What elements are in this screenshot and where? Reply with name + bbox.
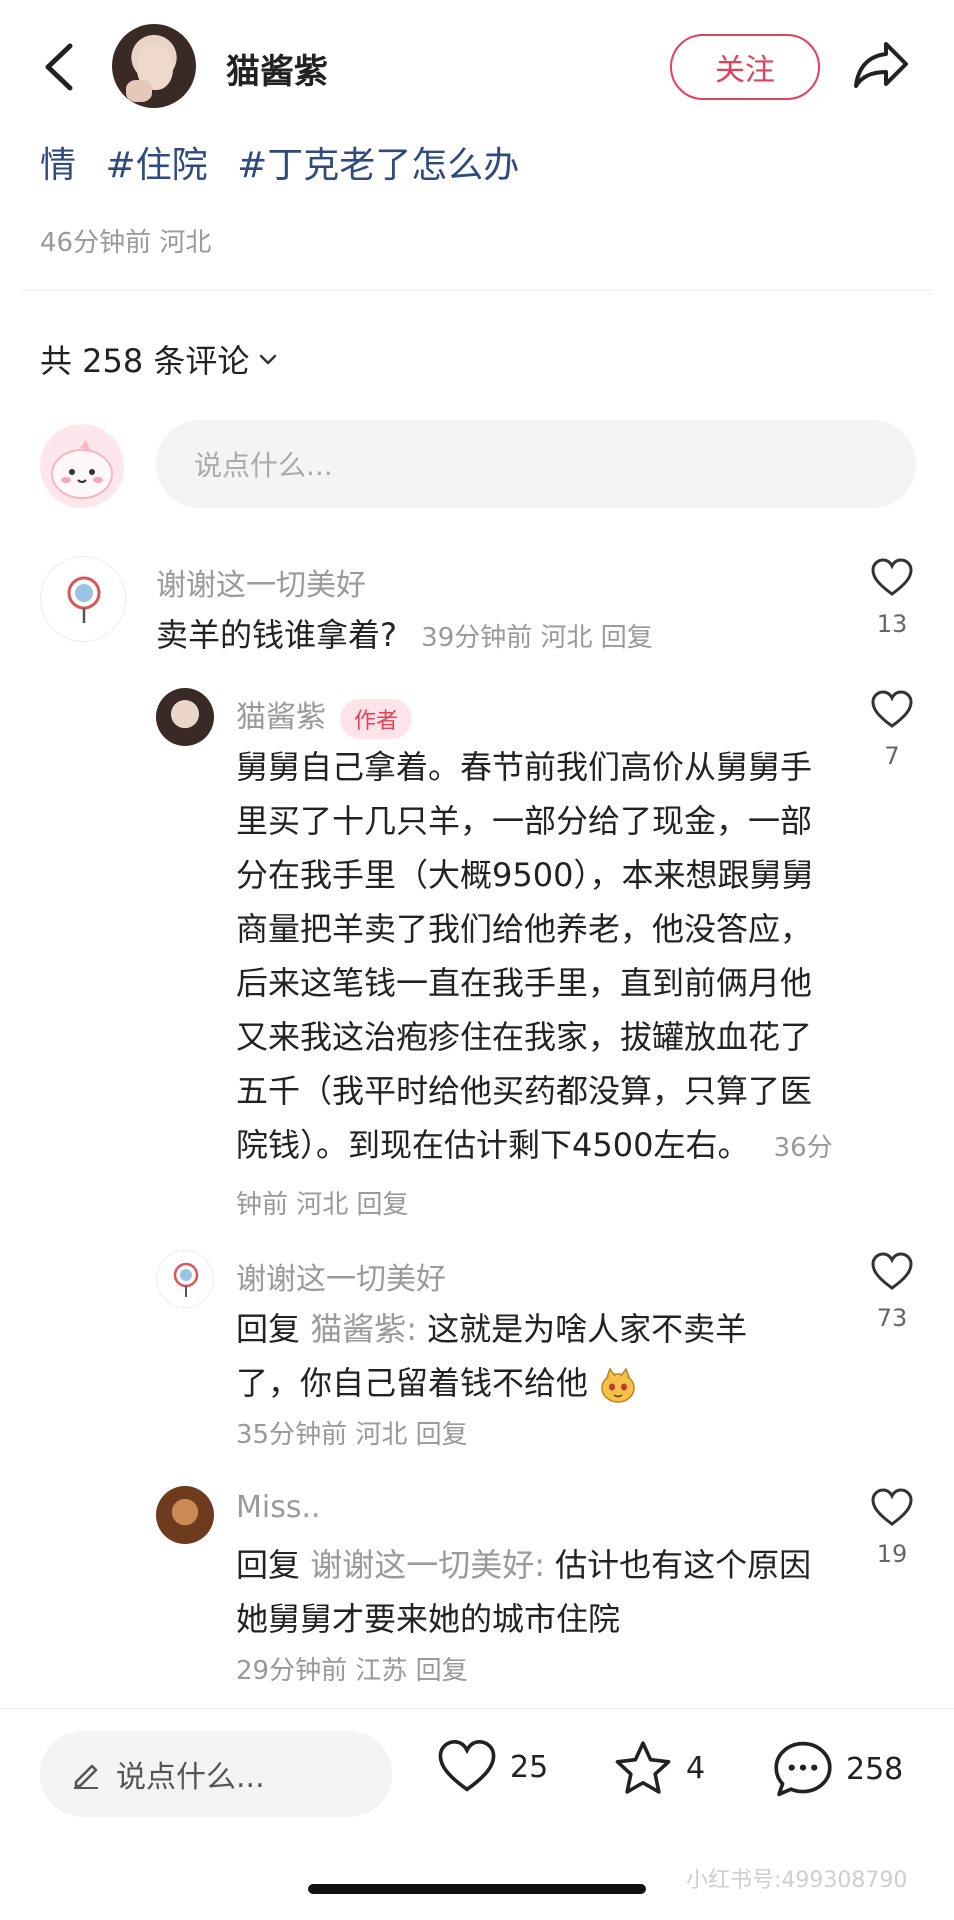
author-name[interactable]: 猫酱紫 — [226, 44, 328, 93]
commenter-name[interactable]: Miss.. — [236, 1490, 321, 1525]
heart-icon — [871, 690, 913, 728]
commenter-avatar[interactable] — [156, 1486, 214, 1544]
heart-icon — [871, 1488, 913, 1526]
like-count: 7 — [884, 742, 900, 770]
commenter-name[interactable]: 谢谢这一切美好 — [156, 560, 366, 604]
cat-emoji-icon — [601, 1367, 635, 1403]
top-bar: 猫酱紫 关注 — [0, 0, 954, 130]
tag-link[interactable]: #住院 — [105, 145, 207, 186]
author-avatar[interactable] — [112, 24, 196, 108]
cute-character-icon — [51, 440, 113, 499]
comment-sort-toggle[interactable]: 共 258 条评论 — [40, 336, 279, 382]
heart-icon — [871, 558, 913, 596]
heart-icon — [871, 1252, 913, 1290]
back-button[interactable] — [36, 36, 84, 98]
divider — [22, 290, 932, 291]
comment-item: 谢谢这一切美好 回复 猫酱紫: 这就是为啥人家不卖羊了，你自己留着钱不给他 35… — [0, 1250, 954, 1450]
star-icon — [615, 1741, 671, 1794]
share-button[interactable] — [852, 38, 910, 92]
collect-button[interactable]: 4 — [612, 1739, 705, 1797]
post-like-count: 25 — [510, 1749, 549, 1785]
bottom-input-placeholder: 说点什么... — [116, 1760, 265, 1795]
comment-meta[interactable]: 29分钟前 江苏 回复 — [236, 1650, 468, 1687]
lollipop-icon — [173, 1262, 199, 1297]
comment-meta[interactable]: 39分钟前 河北 回复 — [421, 623, 653, 653]
like-button[interactable]: 13 — [862, 558, 922, 638]
comment-body: 舅舅自己拿着。春节前我们高价从舅舅手里买了十几只羊，一部分给了现金，一部分在我手… — [236, 740, 836, 1232]
like-count: 73 — [876, 1304, 908, 1332]
home-indicator[interactable] — [308, 1884, 646, 1894]
heart-icon — [438, 1739, 496, 1792]
chat-bubble-icon — [774, 1741, 832, 1797]
reply-target[interactable]: 猫酱紫: — [310, 1310, 417, 1348]
comment-body: 回复 猫酱紫: 这就是为啥人家不卖羊了，你自己留着钱不给他 — [236, 1302, 796, 1410]
comment-body: 回复 谢谢这一切美好: 估计也有这个原因 她舅舅才要来她的城市住院 — [236, 1538, 826, 1646]
like-post-button[interactable]: 25 — [436, 1739, 548, 1795]
comment-input[interactable]: 说点什么... — [156, 420, 916, 508]
pencil-icon — [74, 1764, 98, 1789]
tag-text: 情 — [40, 145, 77, 186]
comments-button[interactable]: 258 — [772, 1739, 903, 1799]
commenter-name[interactable]: 猫酱紫 作者 — [236, 692, 413, 739]
reply-target[interactable]: 谢谢这一切美好: — [310, 1546, 545, 1584]
bottom-action-bar: 说点什么... 25 4 258 — [0, 1708, 954, 1848]
author-badge: 作者 — [340, 698, 413, 739]
my-avatar — [40, 424, 124, 508]
like-button[interactable]: 7 — [862, 690, 922, 770]
reply-prefix: 回复 — [236, 1310, 301, 1348]
like-button[interactable]: 19 — [862, 1488, 922, 1568]
commenter-avatar[interactable] — [156, 1250, 214, 1308]
post-meta: 46分钟前 河北 — [40, 228, 212, 258]
post-tags: 情 #住院 #丁克老了怎么办 — [40, 136, 537, 188]
comment-item: 谢谢这一切美好 卖羊的钱谁拿着? 39分钟前 河北 回复 13 — [0, 556, 954, 666]
comment-text: 卖羊的钱谁拿着? — [156, 616, 397, 654]
post-comment-count: 258 — [846, 1751, 904, 1787]
tag-link[interactable]: #丁克老了怎么办 — [237, 145, 519, 186]
like-count: 19 — [876, 1540, 908, 1568]
comment-item: 猫酱紫 作者 舅舅自己拿着。春节前我们高价从舅舅手里买了十几只羊，一部分给了现金，… — [0, 686, 954, 1226]
like-count: 13 — [876, 610, 908, 638]
share-icon — [854, 42, 908, 88]
reply-prefix: 回复 — [236, 1546, 301, 1584]
bottom-comment-input[interactable]: 说点什么... — [40, 1731, 392, 1817]
comment-meta[interactable]: 35分钟前 河北 回复 — [236, 1414, 468, 1451]
chevron-left-icon — [45, 43, 73, 91]
comment-count-label: 共 258 条评论 — [40, 342, 250, 380]
comment-item: Miss.. 回复 谢谢这一切美好: 估计也有这个原因 她舅舅才要来她的城市住院… — [0, 1486, 954, 1686]
author-avatar-small[interactable] — [156, 688, 214, 746]
chevron-down-icon — [260, 354, 277, 365]
commenter-name[interactable]: 谢谢这一切美好 — [236, 1254, 446, 1298]
comment-body: 卖羊的钱谁拿着? 39分钟前 河北 回复 — [156, 608, 836, 665]
commenter-avatar[interactable] — [40, 556, 126, 642]
post-star-count: 4 — [686, 1750, 706, 1786]
like-button[interactable]: 73 — [862, 1252, 922, 1332]
follow-button[interactable]: 关注 — [670, 34, 820, 100]
comment-text: 舅舅自己拿着。春节前我们高价从舅舅手里买了十几只羊，一部分给了现金，一部分在我手… — [236, 748, 814, 1164]
watermark: 小红书号:499308790 — [686, 1868, 908, 1893]
lollipop-icon — [67, 576, 101, 623]
